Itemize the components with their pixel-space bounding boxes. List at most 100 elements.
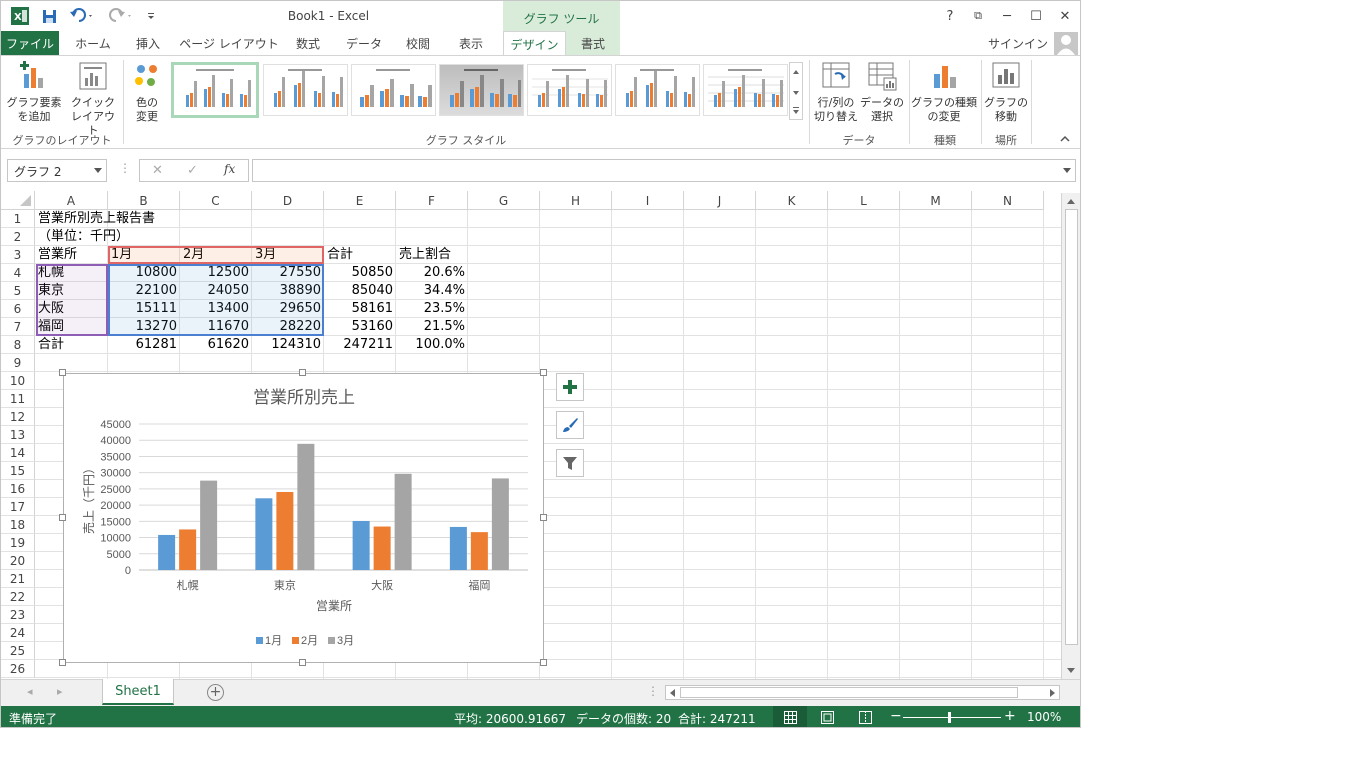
- row-header-8[interactable]: 8: [1, 336, 35, 354]
- tab-insert[interactable]: 挿入: [125, 31, 171, 55]
- close-button[interactable]: ✕: [1054, 6, 1076, 26]
- cell-f5[interactable]: 34.4%: [396, 282, 468, 300]
- formula-input[interactable]: [252, 159, 1076, 182]
- status-average[interactable]: 平均: 20600.91667: [454, 710, 566, 727]
- scroll-down-icon[interactable]: [1066, 667, 1076, 675]
- horizontal-scroll-thumb[interactable]: [680, 687, 1018, 698]
- cell-e5[interactable]: 85040: [324, 282, 396, 300]
- cell-f4[interactable]: 20.6%: [396, 264, 468, 282]
- add-chart-element-button[interactable]: グラフ要素 を追加: [5, 60, 63, 124]
- chart-x-axis-title[interactable]: 営業所: [316, 599, 352, 613]
- zoom-out-icon[interactable]: −: [890, 708, 902, 724]
- insert-function-icon[interactable]: fx: [224, 162, 235, 176]
- cell-a1-report-title[interactable]: 営業所別売上報告書: [35, 210, 155, 228]
- cell-header-f[interactable]: 売上割合: [396, 246, 468, 264]
- vertical-scroll-thumb[interactable]: [1065, 209, 1078, 645]
- cell-f6[interactable]: 23.5%: [396, 300, 468, 318]
- cell-e6[interactable]: 58161: [324, 300, 396, 318]
- row-header-2[interactable]: 2: [1, 228, 35, 246]
- chart-style-5[interactable]: [527, 64, 612, 116]
- row-header-17[interactable]: 17: [1, 498, 35, 516]
- tab-format[interactable]: 書式: [566, 31, 620, 55]
- chart-bar-2月-福岡[interactable]: [470, 532, 488, 570]
- chart-style-6[interactable]: [615, 64, 700, 116]
- row-header-23[interactable]: 23: [1, 606, 35, 624]
- zoom-slider-thumb[interactable]: [948, 712, 951, 723]
- row-header-13[interactable]: 13: [1, 426, 35, 444]
- chart-resize-handle-bl[interactable]: [59, 659, 66, 666]
- row-header-1[interactable]: 1: [1, 210, 35, 228]
- chart-bar-3月-東京[interactable]: [297, 443, 315, 570]
- scroll-left-icon[interactable]: [669, 689, 677, 697]
- column-header-m[interactable]: M: [900, 191, 972, 210]
- cell-header-e[interactable]: 合計: [324, 246, 396, 264]
- cell-f8[interactable]: 100.0%: [396, 336, 468, 354]
- chart-resize-handle-bottom[interactable]: [299, 659, 306, 666]
- tab-file[interactable]: ファイル: [1, 31, 59, 55]
- maximize-button[interactable]: ☐: [1025, 6, 1047, 26]
- cancel-icon[interactable]: ✕: [152, 163, 163, 178]
- row-header-26[interactable]: 26: [1, 660, 35, 678]
- status-count[interactable]: データの個数: 20: [576, 710, 671, 727]
- column-header-a[interactable]: A: [35, 191, 108, 210]
- move-chart-button[interactable]: グラフの 移動: [983, 60, 1029, 124]
- chart-bar-3月-大阪[interactable]: [394, 473, 412, 570]
- chart-resize-handle-right[interactable]: [540, 514, 547, 521]
- column-header-b[interactable]: B: [108, 191, 180, 210]
- cell-a2-unit[interactable]: （単位：千円）: [35, 228, 129, 246]
- select-data-button[interactable]: データの 選択: [859, 60, 905, 124]
- row-header-7[interactable]: 7: [1, 318, 35, 336]
- scroll-up-icon[interactable]: [1066, 197, 1076, 205]
- chart-title[interactable]: 営業所別売上: [253, 388, 355, 407]
- cell-a8[interactable]: 合計: [35, 336, 107, 354]
- chart-bar-3月-福岡[interactable]: [491, 478, 509, 570]
- chart-y-axis-title[interactable]: 売上（千円）: [81, 462, 96, 534]
- chart-bar-2月-東京[interactable]: [276, 491, 294, 570]
- zoom-in-icon[interactable]: +: [1004, 708, 1016, 724]
- column-header-d[interactable]: D: [252, 191, 324, 210]
- ribbon-display-options-button[interactable]: ⧉: [967, 6, 989, 26]
- avatar[interactable]: [1054, 32, 1078, 55]
- name-box[interactable]: グラフ 2: [7, 159, 107, 182]
- chart-style-7[interactable]: [703, 64, 788, 116]
- help-button[interactable]: ?: [939, 6, 961, 26]
- enter-icon[interactable]: ✓: [187, 163, 198, 178]
- page-break-view-icon[interactable]: [859, 711, 872, 724]
- row-header-3[interactable]: 3: [1, 246, 35, 264]
- row-header-15[interactable]: 15: [1, 462, 35, 480]
- column-header-f[interactable]: F: [396, 191, 468, 210]
- cell-b8[interactable]: 61281: [108, 336, 180, 354]
- zoom-level[interactable]: 100%: [1027, 710, 1061, 724]
- switch-row-column-button[interactable]: 行/列の 切り替え: [813, 60, 859, 124]
- tab-review[interactable]: 校閲: [396, 31, 440, 55]
- scroll-right-icon[interactable]: [1048, 689, 1056, 697]
- row-header-25[interactable]: 25: [1, 642, 35, 660]
- row-header-14[interactable]: 14: [1, 444, 35, 462]
- chart-legend-entry[interactable]: 2月: [301, 635, 318, 647]
- chart-style-1[interactable]: [171, 62, 259, 118]
- chart-legend-entry[interactable]: 1月: [265, 635, 282, 647]
- row-header-20[interactable]: 20: [1, 552, 35, 570]
- chart-bar-2月-大阪[interactable]: [373, 526, 391, 570]
- expand-formula-bar-icon[interactable]: [1063, 168, 1071, 174]
- tab-home[interactable]: ホーム: [65, 31, 121, 55]
- chart-styles-button[interactable]: [556, 411, 584, 439]
- chart-filters-button[interactable]: [556, 449, 584, 477]
- change-chart-type-button[interactable]: グラフの種類 の変更: [911, 60, 977, 124]
- vertical-scrollbar[interactable]: [1061, 193, 1080, 679]
- chart-elements-button[interactable]: [556, 373, 584, 401]
- cell-e7[interactable]: 53160: [324, 318, 396, 336]
- chart-legend-entry[interactable]: 3月: [337, 635, 354, 647]
- page-layout-view-icon[interactable]: [821, 711, 834, 724]
- row-header-6[interactable]: 6: [1, 300, 35, 318]
- tab-split-handle-icon[interactable]: ⋮: [647, 684, 659, 698]
- column-header-k[interactable]: K: [756, 191, 828, 210]
- row-header-5[interactable]: 5: [1, 282, 35, 300]
- tab-page-layout[interactable]: ページ レイアウト: [177, 31, 281, 55]
- chart-bar-3月-札幌[interactable]: [200, 480, 218, 570]
- tab-formulas[interactable]: 数式: [285, 31, 331, 55]
- chart-resize-handle-top[interactable]: [299, 369, 306, 376]
- column-header-g[interactable]: G: [468, 191, 540, 210]
- chart-style-3[interactable]: [351, 64, 436, 116]
- quick-layout-button[interactable]: クイック レイアウト: [67, 60, 119, 138]
